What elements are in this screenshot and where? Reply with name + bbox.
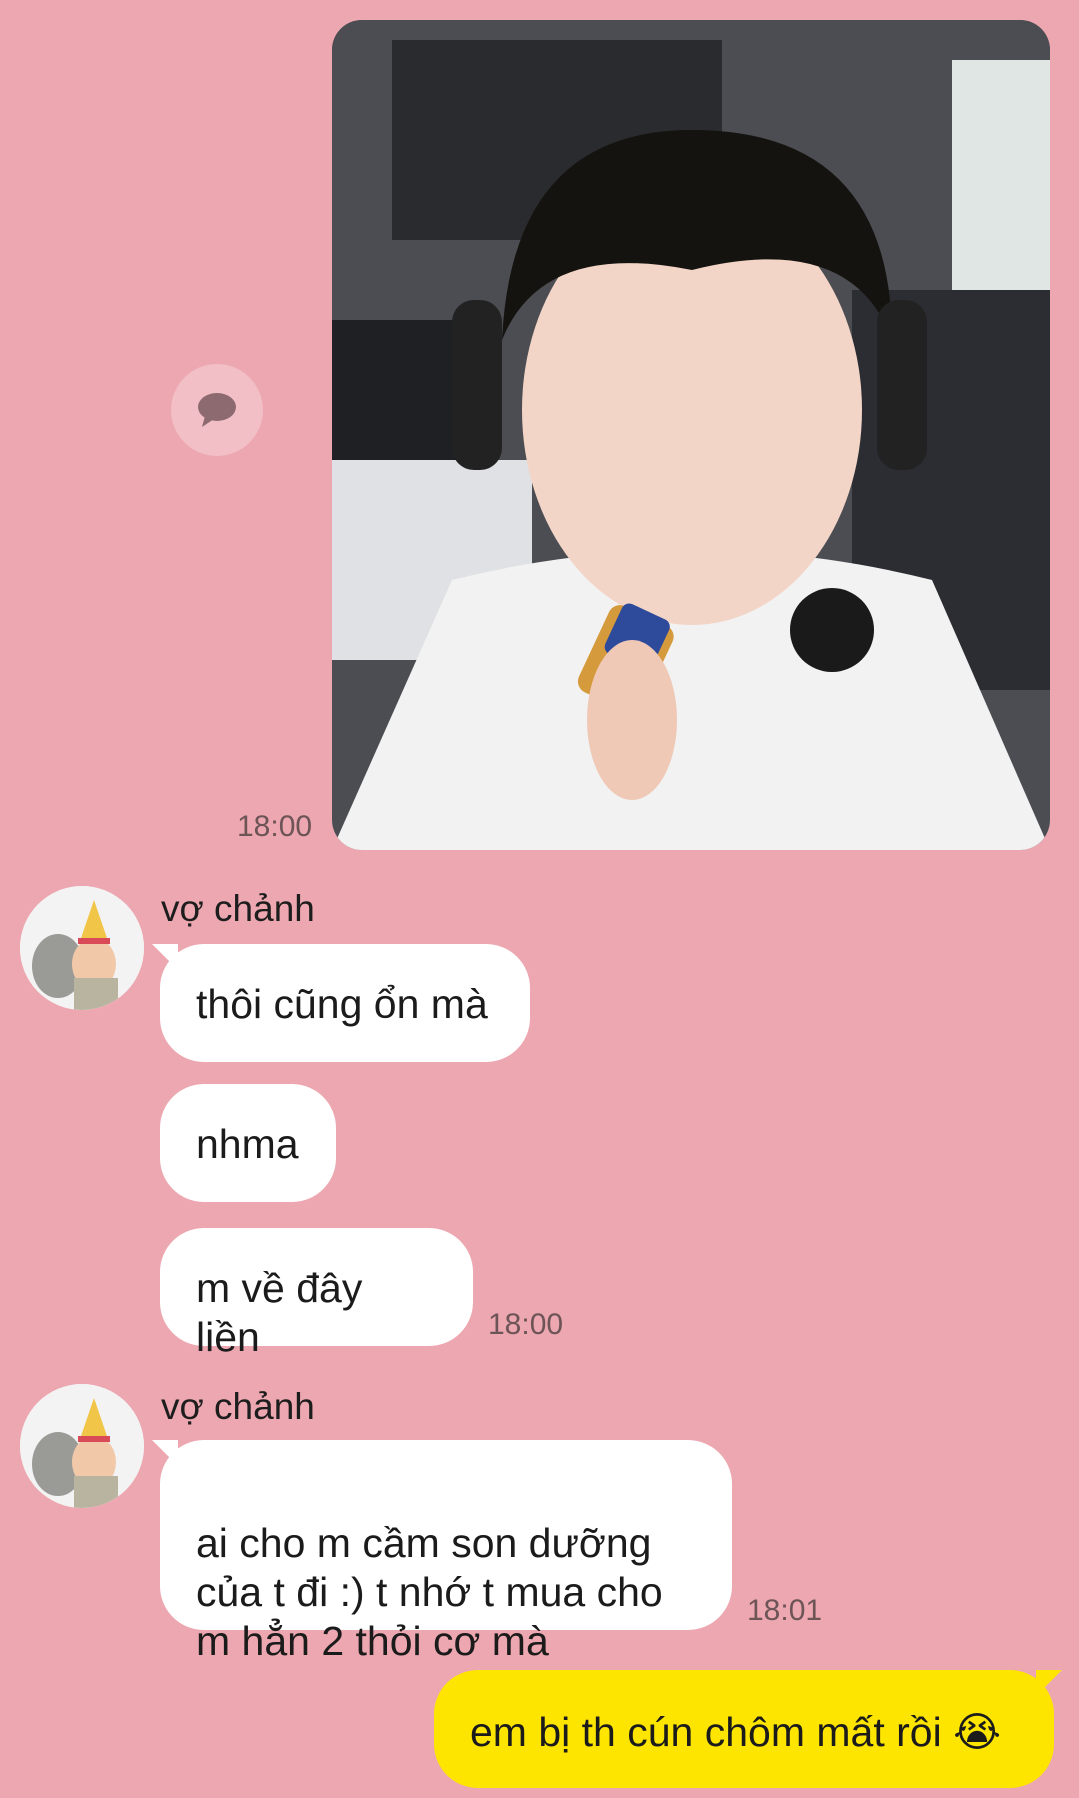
message-bubble[interactable]: m về đây liền bbox=[160, 1228, 473, 1360]
message-timestamp: 18:00 bbox=[488, 1308, 564, 1341]
sender-name: vợ chảnh bbox=[161, 888, 315, 929]
chat-bubble-icon bbox=[198, 393, 236, 427]
message-bubble[interactable]: nhma bbox=[160, 1084, 336, 1202]
message-text: em bị th cún chôm mất rồi 😭 bbox=[470, 1709, 1001, 1755]
message-text: nhma bbox=[196, 1121, 299, 1167]
avatar-image bbox=[20, 1384, 144, 1508]
outgoing-message-bubble[interactable]: em bị th cún chôm mất rồi 😭 bbox=[434, 1670, 1062, 1788]
photo-image bbox=[332, 20, 1050, 850]
avatar-image bbox=[20, 886, 144, 1010]
message-text: ai cho m cầm son dưỡng của t đi :) t nhớ… bbox=[196, 1520, 663, 1664]
message-bubble[interactable]: ai cho m cầm son dưỡng của t đi :) t nhớ… bbox=[152, 1440, 732, 1664]
photo-timestamp: 18:00 bbox=[237, 810, 313, 843]
message-text: m về đây liền bbox=[196, 1265, 363, 1360]
message-timestamp: 18:01 bbox=[747, 1594, 823, 1627]
message-bubble[interactable]: thôi cũng ổn mà bbox=[152, 944, 530, 1062]
message-text: thôi cũng ổn mà bbox=[196, 981, 488, 1027]
shared-photo[interactable] bbox=[332, 20, 1050, 850]
share-button[interactable] bbox=[171, 364, 263, 456]
sender-name: vợ chảnh bbox=[161, 1386, 315, 1427]
avatar[interactable] bbox=[20, 886, 144, 1010]
avatar[interactable] bbox=[20, 1384, 144, 1508]
